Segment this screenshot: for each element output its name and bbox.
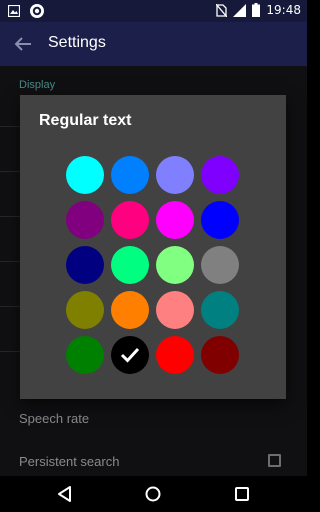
image-notification-icon bbox=[8, 5, 20, 17]
color-swatch-light-green[interactable] bbox=[156, 246, 194, 284]
color-swatch-red[interactable] bbox=[156, 336, 194, 374]
page-title: Settings bbox=[48, 34, 106, 51]
system-status-icons: 19:48 bbox=[216, 3, 301, 17]
no-sim-icon bbox=[216, 3, 228, 17]
divider bbox=[0, 306, 20, 307]
color-swatch-magenta[interactable] bbox=[156, 201, 194, 239]
color-swatch-maroon[interactable] bbox=[201, 336, 239, 374]
color-swatch-azure[interactable] bbox=[111, 156, 149, 194]
color-swatch-periwinkle[interactable] bbox=[156, 156, 194, 194]
divider bbox=[0, 261, 20, 262]
color-swatch-teal[interactable] bbox=[201, 291, 239, 329]
color-swatch-grid bbox=[66, 156, 242, 374]
color-swatch-navy[interactable] bbox=[66, 246, 104, 284]
color-swatch-orange[interactable] bbox=[111, 291, 149, 329]
divider bbox=[0, 351, 20, 352]
color-swatch-pink[interactable] bbox=[111, 201, 149, 239]
color-swatch-salmon[interactable] bbox=[156, 291, 194, 329]
app-bar: Settings bbox=[0, 22, 307, 66]
color-swatch-blue[interactable] bbox=[201, 201, 239, 239]
checkmark-icon bbox=[120, 347, 140, 363]
persistent-search-checkbox[interactable] bbox=[268, 454, 281, 467]
section-header-display: Display bbox=[19, 79, 56, 91]
color-picker-dialog: Regular text bbox=[20, 95, 286, 399]
color-swatch-violet[interactable] bbox=[201, 156, 239, 194]
color-swatch-gray[interactable] bbox=[201, 246, 239, 284]
notification-icons bbox=[8, 4, 44, 18]
divider bbox=[0, 171, 20, 172]
battery-icon bbox=[252, 3, 261, 17]
color-swatch-olive[interactable] bbox=[66, 291, 104, 329]
color-swatch-green[interactable] bbox=[66, 336, 104, 374]
navigation-bar bbox=[0, 476, 307, 512]
recents-square-icon[interactable] bbox=[232, 484, 252, 504]
dialog-title: Regular text bbox=[39, 112, 132, 129]
status-bar: 19:48 bbox=[0, 0, 307, 22]
back-triangle-icon[interactable] bbox=[55, 484, 75, 504]
arrow-left-icon[interactable] bbox=[12, 33, 34, 55]
signal-icon bbox=[233, 3, 247, 17]
color-swatch-purple[interactable] bbox=[66, 201, 104, 239]
color-swatch-black[interactable] bbox=[111, 336, 149, 374]
persistent-search-item[interactable]: Persistent search bbox=[19, 454, 119, 469]
speech-rate-item[interactable]: Speech rate bbox=[19, 411, 89, 426]
clock: 19:48 bbox=[266, 3, 301, 17]
color-swatch-spring-green[interactable] bbox=[111, 246, 149, 284]
color-swatch-cyan[interactable] bbox=[66, 156, 104, 194]
divider bbox=[0, 126, 20, 127]
circle-notification-icon bbox=[30, 4, 44, 18]
home-circle-icon[interactable] bbox=[143, 484, 163, 504]
divider bbox=[0, 216, 20, 217]
